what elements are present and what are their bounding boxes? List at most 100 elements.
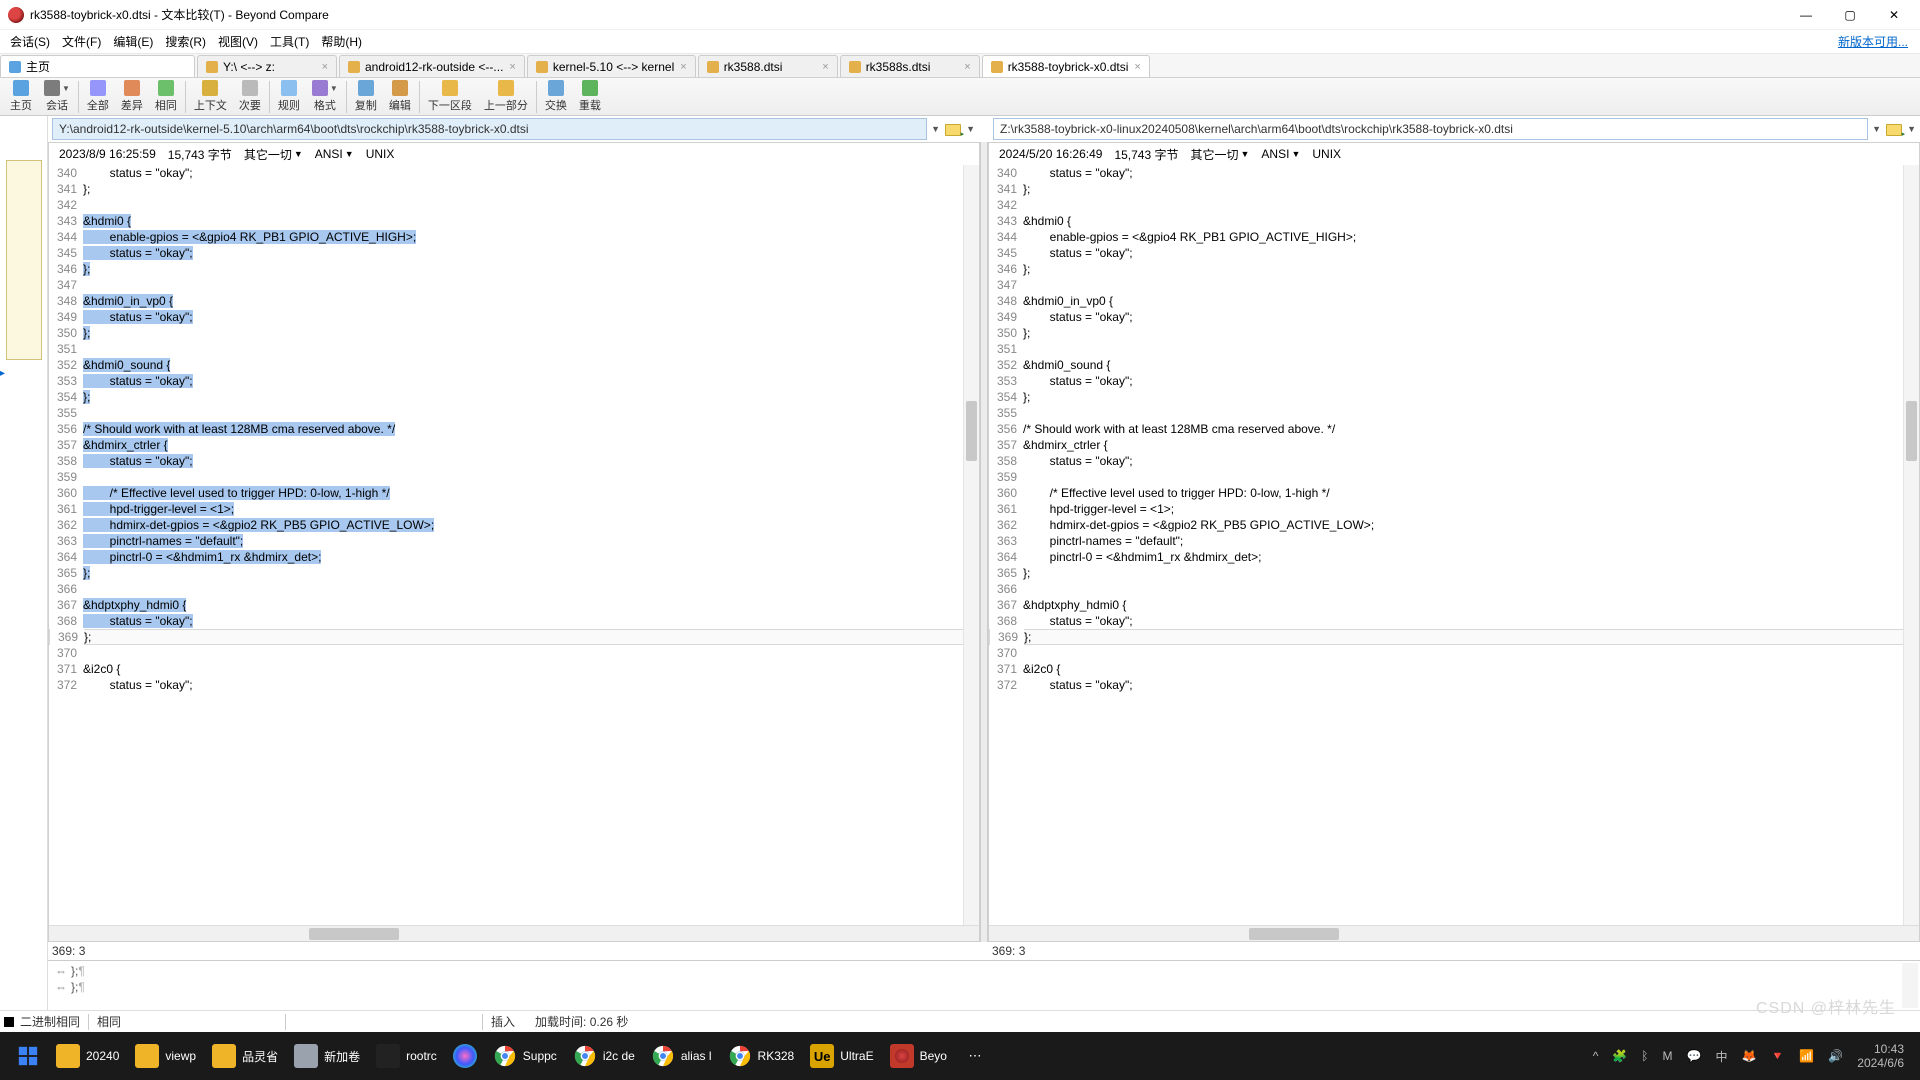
code-line[interactable]: 348&hdmi0_in_vp0 { — [49, 293, 979, 309]
toolbar-format-button[interactable]: ▼格式 — [306, 79, 344, 115]
tab-6[interactable]: rk3588-toybrick-x0.dtsi× — [982, 55, 1150, 77]
tab-close-icon[interactable]: × — [1134, 61, 1140, 73]
right-h-scrollbar[interactable] — [989, 925, 1919, 941]
taskbar-item-1[interactable]: 20240 — [50, 1036, 125, 1076]
taskbar-item-6[interactable] — [447, 1036, 483, 1076]
code-line[interactable]: 346}; — [49, 261, 979, 277]
toolbar-minor-button[interactable]: 次要 — [233, 79, 267, 115]
left-encoding[interactable]: ANSI ▼ — [315, 147, 354, 161]
tab-3[interactable]: kernel-5.10 <--> kernel× — [527, 55, 696, 77]
tray-icon[interactable]: M — [1663, 1049, 1673, 1063]
taskbar-item-12[interactable]: Beyo — [884, 1036, 953, 1076]
code-line[interactable]: 342 — [989, 197, 1919, 213]
code-line[interactable]: 372 status = "okay"; — [49, 677, 979, 693]
taskbar-item-0[interactable] — [10, 1036, 46, 1076]
taskbar-item-7[interactable]: Suppc — [487, 1036, 563, 1076]
code-line[interactable]: 363 pinctrl-names = "default"; — [49, 533, 979, 549]
code-line[interactable]: 366 — [989, 581, 1919, 597]
tray-icon[interactable]: ^ — [1593, 1049, 1599, 1063]
code-line[interactable]: 343&hdmi0 { — [989, 213, 1919, 229]
menu-t[interactable]: 工具(T) — [266, 31, 313, 52]
tray-icon[interactable]: 🧩 — [1612, 1049, 1627, 1063]
tab-close-icon[interactable]: × — [322, 61, 328, 73]
code-line[interactable]: 350}; — [49, 325, 979, 341]
tab-1[interactable]: Y:\ <--> z:× — [197, 55, 337, 77]
merge-right-icon[interactable]: ⇔ — [54, 980, 68, 994]
toolbar-same-button[interactable]: 相同 — [149, 79, 183, 115]
toolbar-edit-button[interactable]: 编辑 — [383, 79, 417, 115]
code-line[interactable]: 343▸&hdmi0 { — [49, 213, 979, 229]
code-line[interactable]: 357&hdmirx_ctrler { — [49, 437, 979, 453]
code-line[interactable]: 358 status = "okay"; — [989, 453, 1919, 469]
code-line[interactable]: 352&hdmi0_sound { — [49, 357, 979, 373]
code-line[interactable]: 361 hpd-trigger-level = <1>; — [989, 501, 1919, 517]
code-line[interactable]: 350}; — [989, 325, 1919, 341]
code-line[interactable]: 360 /* Effective level used to trigger H… — [49, 485, 979, 501]
tray-icon[interactable]: 🔻 — [1770, 1049, 1785, 1063]
code-line[interactable]: 345 status = "okay"; — [49, 245, 979, 261]
toolbar-copy-button[interactable]: 复制 — [349, 79, 383, 115]
code-line[interactable]: 352&hdmi0_sound { — [989, 357, 1919, 373]
code-line[interactable]: 344 enable-gpios = <&gpio4 RK_PB1 GPIO_A… — [49, 229, 979, 245]
code-line[interactable]: 365}; — [49, 565, 979, 581]
tray-icon[interactable]: 🦊 — [1741, 1049, 1756, 1063]
taskbar-item-10[interactable]: RK328 — [722, 1036, 801, 1076]
code-line[interactable]: 349 status = "okay"; — [49, 309, 979, 325]
code-line[interactable]: 341}; — [989, 181, 1919, 197]
code-line[interactable]: 340 status = "okay"; — [49, 165, 979, 181]
toolbar-sessions-button[interactable]: ▼会话 — [38, 79, 76, 115]
tab-close-icon[interactable]: × — [680, 61, 686, 73]
left-open-folder-icon[interactable] — [944, 120, 962, 138]
maximize-button[interactable]: ▢ — [1840, 5, 1860, 25]
menu-s[interactable]: 会话(S) — [6, 31, 54, 52]
pane-splitter[interactable] — [980, 142, 988, 942]
tab-0[interactable]: 主页 — [0, 55, 195, 77]
code-line[interactable]: 371&i2c0 { — [49, 661, 979, 677]
code-line[interactable]: 342 — [49, 197, 979, 213]
code-line[interactable]: 351 — [989, 341, 1919, 357]
code-line[interactable]: 347 — [49, 277, 979, 293]
code-line[interactable]: 353 status = "okay"; — [989, 373, 1919, 389]
left-h-scrollbar[interactable] — [49, 925, 979, 941]
tab-close-icon[interactable]: × — [822, 61, 828, 73]
code-line[interactable]: 355 — [49, 405, 979, 421]
taskbar-item-8[interactable]: i2c de — [567, 1036, 641, 1076]
right-v-scrollbar[interactable] — [1903, 165, 1919, 925]
toolbar-diff-button[interactable]: 差异 — [115, 79, 149, 115]
toolbar-next-button[interactable]: 下一区段 — [422, 79, 478, 115]
taskbar-item-3[interactable]: 品灵省 — [206, 1036, 284, 1076]
code-line[interactable]: 371&i2c0 { — [989, 661, 1919, 677]
taskbar-item-4[interactable]: 新加卷 — [288, 1036, 366, 1076]
code-line[interactable]: 370 — [49, 645, 979, 661]
code-line[interactable]: 359 — [989, 469, 1919, 485]
right-open-folder-icon[interactable] — [1885, 120, 1903, 138]
new-version-link[interactable]: 新版本可用... — [1838, 33, 1914, 50]
tray-icon[interactable]: ᛒ — [1641, 1049, 1648, 1063]
taskbar-item-11[interactable]: UeUltraE — [804, 1036, 879, 1076]
code-line[interactable]: 367&hdptxphy_hdmi0 { — [989, 597, 1919, 613]
code-line[interactable]: 354}; — [989, 389, 1919, 405]
code-line[interactable]: 364 pinctrl-0 = <&hdmim1_rx &hdmirx_det>… — [989, 549, 1919, 565]
tray-icon[interactable]: 中 — [1715, 1048, 1727, 1065]
left-path-input[interactable] — [52, 118, 927, 140]
overview-thumbnail[interactable] — [6, 160, 42, 360]
code-line[interactable]: 361 hpd-trigger-level = <1>; — [49, 501, 979, 517]
toolbar-rules-button[interactable]: 规则 — [272, 79, 306, 115]
taskbar-item-2[interactable]: viewp — [129, 1036, 202, 1076]
menu-f[interactable]: 文件(F) — [58, 31, 105, 52]
taskbar-item-13[interactable]: ⋯ — [957, 1036, 993, 1076]
left-code-body[interactable]: 340 status = "okay";341};342343▸&hdmi0 {… — [49, 165, 979, 925]
code-line[interactable]: 359 — [49, 469, 979, 485]
taskbar-item-9[interactable]: alias l — [645, 1036, 718, 1076]
merge-left-icon[interactable]: ⇔ — [54, 964, 68, 978]
minimize-button[interactable]: — — [1796, 5, 1816, 25]
code-line[interactable]: 362 hdmirx-det-gpios = <&gpio2 RK_PB5 GP… — [989, 517, 1919, 533]
code-line[interactable]: 353 status = "okay"; — [49, 373, 979, 389]
code-line[interactable]: 368 status = "okay"; — [989, 613, 1919, 629]
tray-icon[interactable]: 📶 — [1799, 1049, 1814, 1063]
menu-r[interactable]: 搜索(R) — [161, 31, 210, 52]
code-line[interactable]: 370 — [989, 645, 1919, 661]
code-line[interactable]: 355 — [989, 405, 1919, 421]
code-line[interactable]: 354}; — [49, 389, 979, 405]
code-line[interactable]: 358 status = "okay"; — [49, 453, 979, 469]
